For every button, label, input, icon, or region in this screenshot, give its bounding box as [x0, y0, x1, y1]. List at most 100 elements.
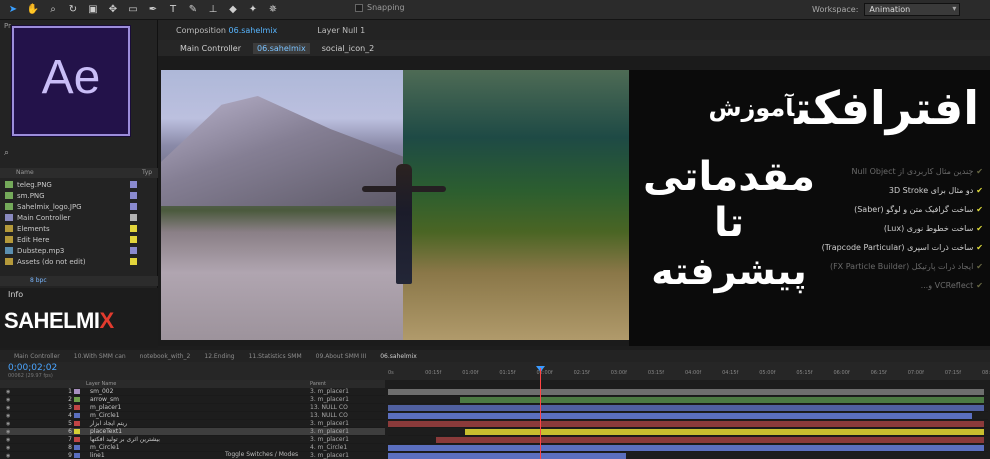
visibility-eye-icon[interactable]: ◉	[6, 445, 10, 451]
layer-name[interactable]: arrow_sm	[90, 396, 119, 403]
comp-breadcrumb-item[interactable]: social_icon_2	[318, 43, 378, 54]
puppet-pin-icon[interactable]: ✵	[266, 3, 280, 17]
layer-duration-bar[interactable]	[388, 389, 984, 395]
label-color-swatch[interactable]	[130, 247, 137, 254]
pan-behind-icon[interactable]: ✥	[106, 3, 120, 17]
layer-parent-select[interactable]: 3. m_placer1	[310, 420, 349, 427]
project-item[interactable]: Assets (do not edit)	[0, 256, 158, 267]
layer-name[interactable]: line1	[90, 452, 105, 459]
layer-duration-bar[interactable]	[388, 421, 984, 427]
layer-name[interactable]: placeText1	[90, 428, 122, 435]
layer-row[interactable]: ◉ 6 placeText1 3. m_placer1	[0, 428, 385, 436]
layer-row[interactable]: ◉ 2 arrow_sm 3. m_placer1	[0, 396, 385, 404]
layer-label-swatch[interactable]	[74, 453, 80, 458]
layer-name[interactable]: m_Circle1	[90, 412, 120, 419]
layer-row[interactable]: ◉ 9 line1 3. m_placer1	[0, 452, 385, 459]
project-item[interactable]: Sahelmix_logo.JPG	[0, 201, 158, 212]
tab-composition[interactable]: Composition 06.sahelmix	[176, 26, 277, 35]
layer-duration-bar[interactable]	[465, 429, 984, 435]
zoom-icon[interactable]: ⌕	[46, 3, 60, 17]
time-ruler[interactable]: 0s 00:15f 01:00f 01:15f 02:00f 02:15f 03:00f 03…	[388, 370, 990, 380]
layer-label-swatch[interactable]	[74, 405, 80, 410]
layer-parent-select[interactable]: 13. NULL CO	[310, 412, 348, 419]
rectangle-icon[interactable]: ▭	[126, 3, 140, 17]
layer-parent-select[interactable]: 4. m_Circle1	[310, 444, 347, 451]
layer-duration-bar[interactable]	[388, 413, 973, 419]
layer-name[interactable]: sm_002	[90, 388, 113, 395]
layer-parent-select[interactable]: 3. m_placer1	[310, 436, 349, 443]
roto-brush-icon[interactable]: ✦	[246, 3, 260, 17]
layer-parent-select[interactable]: 3. m_placer1	[310, 388, 349, 395]
timeline-tab[interactable]: notebook_with_2	[140, 353, 191, 360]
label-color-swatch[interactable]	[130, 258, 137, 265]
visibility-eye-icon[interactable]: ◉	[6, 429, 10, 435]
current-timecode[interactable]: 0;00;02;02	[8, 363, 57, 373]
label-color-swatch[interactable]	[130, 225, 137, 232]
layer-label-swatch[interactable]	[74, 397, 80, 402]
timeline-tab[interactable]: 10.With SMM can	[74, 353, 126, 360]
layer-row[interactable]: ◉ 5 ریتم ایجاد ابزار 3. m_placer1	[0, 420, 385, 428]
type-icon[interactable]: T	[166, 3, 180, 17]
layer-label-swatch[interactable]	[74, 429, 80, 434]
layer-duration-bar[interactable]	[435, 437, 984, 443]
label-color-swatch[interactable]	[130, 181, 137, 188]
layer-label-swatch[interactable]	[74, 445, 80, 450]
info-tab[interactable]: Info	[8, 290, 23, 299]
selection-arrow-icon[interactable]: ➤	[6, 3, 20, 17]
layer-parent-select[interactable]: 3. m_placer1	[310, 452, 349, 459]
project-item[interactable]: Main Controller	[0, 212, 158, 223]
layer-row[interactable]: ◉ 4 m_Circle1 13. NULL CO	[0, 412, 385, 420]
tab-layer[interactable]: Layer Null 1	[317, 26, 365, 35]
layer-label-swatch[interactable]	[74, 421, 80, 426]
timeline-tab[interactable]: 09.About SMM III	[316, 353, 367, 360]
comp-breadcrumb-item[interactable]: 06.sahelmix	[253, 42, 310, 54]
clone-stamp-icon[interactable]: ⊥	[206, 3, 220, 17]
layer-label-swatch[interactable]	[74, 389, 80, 394]
layer-parent-select[interactable]: 3. m_placer1	[310, 396, 349, 403]
label-color-swatch[interactable]	[130, 214, 137, 221]
rotate-icon[interactable]: ↻	[66, 3, 80, 17]
project-item[interactable]: sm.PNG	[0, 190, 158, 201]
layer-duration-bar[interactable]	[388, 453, 627, 459]
eraser-icon[interactable]: ◆	[226, 3, 240, 17]
pen-icon[interactable]: ✒	[146, 3, 160, 17]
project-item[interactable]: teleg.PNG	[0, 179, 158, 190]
timeline-tab[interactable]: 12.Ending	[204, 353, 234, 360]
project-item[interactable]: Edit Here	[0, 234, 158, 245]
layer-name[interactable]: m_Circle1	[90, 444, 120, 451]
layer-row[interactable]: ◉ 7 بیشترین اثری بر تولید افکتها 3. m_place…	[0, 436, 385, 444]
visibility-eye-icon[interactable]: ◉	[6, 405, 10, 411]
visibility-eye-icon[interactable]: ◉	[6, 453, 10, 459]
timeline-tab[interactable]: Main Controller	[14, 353, 60, 360]
label-color-swatch[interactable]	[130, 192, 137, 199]
toggle-switches-modes[interactable]: Toggle Switches / Modes	[225, 451, 298, 458]
project-item[interactable]: Dubstep.mp3	[0, 245, 158, 256]
visibility-eye-icon[interactable]: ◉	[6, 389, 10, 395]
label-color-swatch[interactable]	[130, 236, 137, 243]
layer-duration-bar[interactable]	[388, 405, 984, 411]
layer-duration-bar[interactable]	[388, 445, 984, 451]
layer-parent-select[interactable]: 3. m_placer1	[310, 428, 349, 435]
bpc-label[interactable]: 8 bpc	[30, 277, 47, 284]
composition-viewer[interactable]: افترافکتآموزش مقدماتی تا پیشرفته ✔چندین …	[158, 56, 990, 346]
visibility-eye-icon[interactable]: ◉	[6, 437, 10, 443]
layer-name[interactable]: ریتم ایجاد ابزار	[90, 420, 127, 427]
layer-label-swatch[interactable]	[74, 413, 80, 418]
timeline-tab[interactable]: 11.Statistics SMM	[249, 353, 302, 360]
timeline-tab[interactable]: 06.sahelmix	[380, 353, 417, 360]
layer-row[interactable]: ◉ 1 sm_002 3. m_placer1	[0, 388, 385, 396]
layer-label-swatch[interactable]	[74, 437, 80, 442]
visibility-eye-icon[interactable]: ◉	[6, 397, 10, 403]
layer-duration-bar[interactable]	[459, 397, 984, 403]
visibility-eye-icon[interactable]: ◉	[6, 421, 10, 427]
layer-name[interactable]: بیشترین اثری بر تولید افکتها	[90, 436, 160, 443]
project-item[interactable]: Elements	[0, 223, 158, 234]
layer-name[interactable]: m_placer1	[90, 404, 121, 411]
hand-icon[interactable]: ✋	[26, 3, 40, 17]
snapping-checkbox[interactable]	[355, 3, 363, 12]
layer-parent-select[interactable]: 13. NULL CO	[310, 404, 348, 411]
brush-icon[interactable]: ✎	[186, 3, 200, 17]
label-color-swatch[interactable]	[130, 203, 137, 210]
camera-icon[interactable]: ▣	[86, 3, 100, 17]
snapping-toggle[interactable]: Snapping	[355, 3, 405, 12]
